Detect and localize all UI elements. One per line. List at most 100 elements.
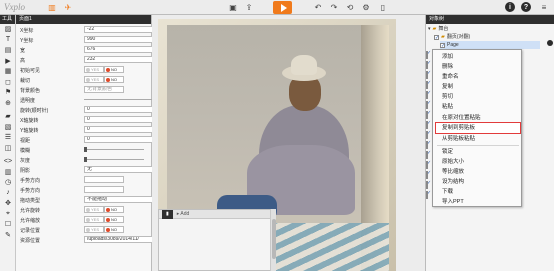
menu-item-delete[interactable]: 删除 xyxy=(433,62,523,72)
draw-tool-icon[interactable]: ✎ xyxy=(0,230,16,241)
grayscale-slider[interactable] xyxy=(84,157,144,162)
gesture-direction-field[interactable] xyxy=(84,176,124,183)
button-tool-icon[interactable]: ⊕ xyxy=(0,98,16,109)
tree-node-page[interactable]: Page xyxy=(440,41,540,50)
background-color-field[interactable]: 无背景颜色 xyxy=(84,86,124,93)
drag-tool-icon[interactable]: ✥ xyxy=(0,198,16,209)
visibility-checkbox[interactable] xyxy=(426,91,428,99)
tree-node-flip[interactable]: ▰ 翻页(对翻) xyxy=(434,33,470,42)
menu-item-original-size[interactable]: 原始大小 xyxy=(433,157,523,167)
visibility-checkbox[interactable] xyxy=(426,191,428,199)
visibility-checkbox[interactable] xyxy=(426,51,428,59)
rocket-icon[interactable]: ✈ xyxy=(62,2,74,13)
visible-toggle[interactable]: YES NO xyxy=(84,66,124,73)
text-tool-icon[interactable]: T xyxy=(0,35,16,46)
export-icon[interactable]: ⇪ xyxy=(243,2,255,13)
no-option[interactable]: NO xyxy=(104,76,124,83)
menu-icon[interactable]: ≡ xyxy=(538,2,550,13)
prop-row-allowrotate: 允许旋转 YES NO xyxy=(16,205,152,214)
tree-node-stage[interactable]: ▾ ▰ 舞台 xyxy=(428,25,448,33)
visibility-checkbox[interactable] xyxy=(426,151,428,159)
book-icon[interactable]: ▥ xyxy=(46,2,58,13)
menu-item-set-structure[interactable]: 设为结构 xyxy=(433,177,523,187)
redo-icon[interactable]: ↷ xyxy=(328,2,340,13)
html-tool-icon[interactable]: <> xyxy=(0,156,16,167)
visibility-checkbox[interactable] xyxy=(426,71,428,79)
settings-icon[interactable]: ⚙ xyxy=(360,2,372,13)
menu-item-import-ppt[interactable]: 导入PPT xyxy=(433,197,523,207)
scrollbar[interactable] xyxy=(270,209,276,271)
prop-row-shadow: 阴影 无▼ xyxy=(16,165,165,174)
yes-option[interactable]: YES xyxy=(84,66,104,73)
yes-option[interactable]: YES xyxy=(84,76,104,83)
menu-item-lock[interactable]: 锁定 xyxy=(433,147,523,157)
record-position-toggle[interactable]: YES NO xyxy=(84,226,124,233)
menu-item-copy[interactable]: 复制 xyxy=(433,82,523,92)
visibility-checkbox[interactable] xyxy=(426,131,428,139)
layer-tool-icon[interactable]: ▧ xyxy=(0,122,16,133)
image-tool-icon[interactable]: ▨ xyxy=(0,24,16,35)
chart-tool-icon[interactable]: ▥ xyxy=(0,167,16,178)
visibility-checkbox[interactable] xyxy=(426,161,428,169)
visibility-checkbox[interactable] xyxy=(426,111,428,119)
slider-handle[interactable] xyxy=(84,147,87,152)
allow-scale-toggle[interactable]: YES NO xyxy=(84,216,124,223)
no-option[interactable]: NO xyxy=(104,206,124,213)
add-panel-tab[interactable]: ▮ xyxy=(162,209,173,219)
slideshow-tool-icon[interactable]: ▦ xyxy=(0,66,16,77)
visibility-checkbox[interactable] xyxy=(426,181,428,189)
info-icon[interactable]: i xyxy=(505,2,515,12)
visibility-checkbox[interactable] xyxy=(426,81,428,89)
audio-tool-icon[interactable]: ♪ xyxy=(0,188,16,199)
mobile-icon[interactable]: ▯ xyxy=(377,2,389,13)
visibility-checkbox[interactable] xyxy=(440,42,445,50)
shape-tool-icon[interactable]: ◻ xyxy=(0,77,16,88)
yes-option[interactable]: YES xyxy=(84,206,104,213)
expand-icon[interactable] xyxy=(547,40,553,46)
play-button[interactable] xyxy=(273,1,292,14)
scroll-tool-icon[interactable]: ☰ xyxy=(0,132,16,143)
menu-item-copy-to-clipboard[interactable]: 复制到剪贴板 xyxy=(435,122,521,134)
help-icon[interactable]: ? xyxy=(521,2,531,12)
visibility-checkbox[interactable] xyxy=(426,101,428,109)
form-tool-icon[interactable]: ☐ xyxy=(0,219,16,230)
menu-item-paste[interactable]: 粘贴 xyxy=(433,102,523,112)
undo-icon[interactable]: ↶ xyxy=(312,2,324,13)
prop-label: 灰度 xyxy=(20,158,31,164)
menu-item-download[interactable]: 下载 xyxy=(433,187,523,197)
no-option[interactable]: NO xyxy=(104,216,124,223)
frame-tool-icon[interactable]: ◫ xyxy=(0,143,16,154)
video-tool-icon[interactable]: ▶ xyxy=(0,56,16,67)
menu-item-paste-from-clipboard[interactable]: 从剪贴板粘贴 xyxy=(433,134,523,144)
visibility-checkbox[interactable] xyxy=(426,121,428,129)
save-icon[interactable]: ▣ xyxy=(227,2,239,13)
scrollbar-thumb[interactable] xyxy=(272,219,276,259)
folder-tool-icon[interactable]: ▰ xyxy=(0,111,16,122)
menu-item-rename[interactable]: 重命名 xyxy=(433,72,523,82)
collapse-icon[interactable]: ▾ xyxy=(428,25,431,33)
menu-item-cut[interactable]: 剪切 xyxy=(433,92,523,102)
menu-item-paste-in-place[interactable]: 在原对位置粘贴 xyxy=(433,113,523,123)
visibility-checkbox[interactable] xyxy=(426,141,428,149)
visibility-checkbox[interactable] xyxy=(426,171,428,179)
map-tool-icon[interactable]: ⌖ xyxy=(0,209,16,220)
menu-item-add[interactable]: 添加 xyxy=(433,52,523,62)
allow-rotate-toggle[interactable]: YES NO xyxy=(84,206,124,213)
gesture-direction-field[interactable] xyxy=(84,186,124,193)
clock-tool-icon[interactable]: ◷ xyxy=(0,177,16,188)
menu-item-proportional-scale[interactable]: 等比缩放 xyxy=(433,167,523,177)
clip-toggle[interactable]: YES NO xyxy=(84,76,124,83)
visibility-checkbox[interactable] xyxy=(434,34,439,42)
prop-label: X轴旋转 xyxy=(20,118,39,124)
slider-handle[interactable] xyxy=(84,157,87,162)
no-option[interactable]: NO xyxy=(104,66,124,73)
visibility-checkbox[interactable] xyxy=(426,61,428,69)
pin-tool-icon[interactable]: ⚑ xyxy=(0,87,16,98)
blur-slider[interactable] xyxy=(84,147,144,152)
history-icon[interactable]: ⟲ xyxy=(344,2,356,13)
no-option[interactable]: NO xyxy=(104,226,124,233)
yes-option[interactable]: YES xyxy=(84,226,104,233)
add-button[interactable]: ▸ Add xyxy=(177,210,190,219)
yes-option[interactable]: YES xyxy=(84,216,104,223)
gallery-tool-icon[interactable]: ▤ xyxy=(0,45,16,56)
